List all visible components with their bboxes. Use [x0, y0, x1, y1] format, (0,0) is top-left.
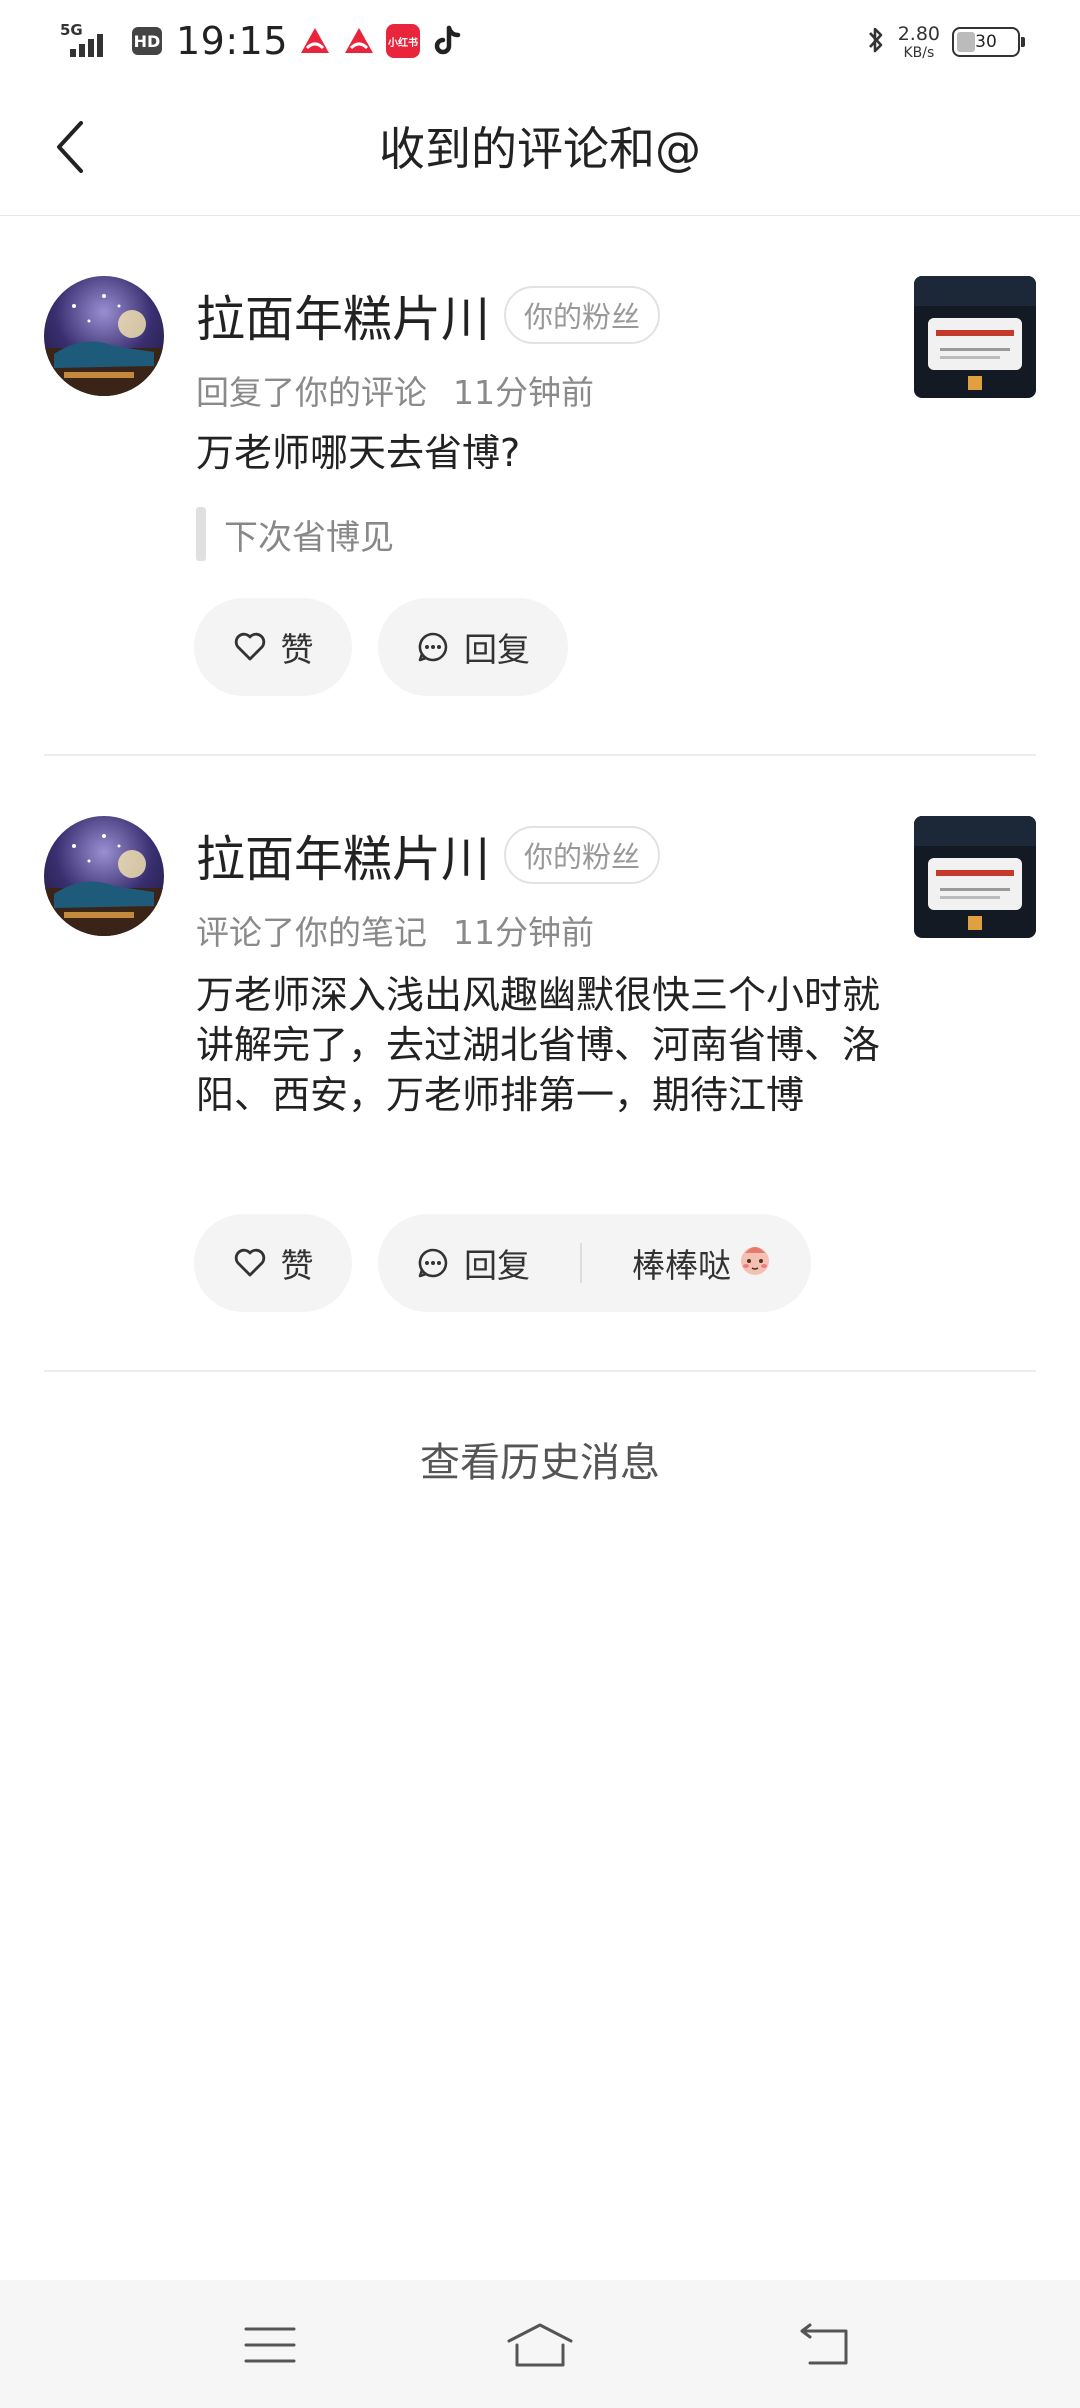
- action-buttons: 赞 回复 棒棒哒: [194, 1214, 811, 1312]
- note-thumbnail[interactable]: [914, 276, 1036, 398]
- notification-meta: 评论了你的笔记 11分钟前: [196, 906, 594, 954]
- reply-button-group: 回复 棒棒哒: [378, 1214, 811, 1312]
- signal-icon: 5G: [60, 21, 122, 61]
- blushing-emoji-icon: [737, 1241, 773, 1285]
- nav-back-button[interactable]: [774, 2310, 874, 2380]
- note-thumbnail[interactable]: [914, 816, 1036, 938]
- hd-icon: HD: [132, 27, 162, 55]
- action-text: 回复了你的评论: [196, 373, 427, 412]
- comment-text[interactable]: 万老师哪天去省博?: [196, 428, 886, 478]
- notification-meta: 回复了你的评论 11分钟前: [196, 366, 594, 414]
- quick-reply-button[interactable]: 棒棒哒: [632, 1239, 773, 1287]
- avatar[interactable]: [44, 816, 164, 936]
- divider: [44, 1370, 1036, 1372]
- notification-app-icon: [342, 24, 376, 58]
- like-label: 赞: [280, 1246, 314, 1285]
- reply-button[interactable]: 回复: [416, 1239, 530, 1287]
- user-name[interactable]: 拉面年糕片川: [196, 820, 490, 891]
- comment-text[interactable]: 万老师深入浅出风趣幽默很快三个小时就讲解完了，去过湖北省博、河南省博、洛阳、西安…: [196, 970, 886, 1120]
- speed-value: 2.80: [897, 22, 940, 45]
- home-icon: [507, 2323, 573, 2367]
- user-name[interactable]: 拉面年糕片川: [196, 280, 490, 351]
- comment-bubble-icon: [416, 630, 450, 664]
- fan-badge: 你的粉丝: [504, 826, 661, 884]
- user-row: 拉面年糕片川 你的粉丝: [196, 820, 661, 891]
- separator: [580, 1243, 582, 1283]
- divider: [44, 754, 1036, 756]
- battery-icon: 30: [952, 27, 1025, 57]
- tiktok-icon: [430, 24, 464, 58]
- user-row: 拉面年糕片川 你的粉丝: [196, 280, 661, 351]
- timestamp: 11分钟前: [453, 913, 594, 952]
- page-title: 收到的评论和@: [379, 122, 701, 176]
- status-bar: 5G HD 19:15 小红书 2.80 KB/s 30: [0, 0, 1080, 82]
- xiaohongshu-icon: 小红书: [386, 24, 421, 58]
- like-button[interactable]: 赞: [194, 1214, 352, 1312]
- quoted-comment: 下次省博见: [196, 506, 394, 562]
- menu-icon: [244, 2327, 296, 2363]
- avatar[interactable]: [44, 276, 164, 396]
- nav-menu-button[interactable]: [220, 2310, 320, 2380]
- clock: 19:15: [176, 19, 289, 63]
- comment-bubble-icon: [416, 1246, 450, 1280]
- nav-home-button[interactable]: [490, 2310, 590, 2380]
- action-buttons: 赞 回复: [194, 598, 568, 696]
- reply-label: 回复: [464, 630, 530, 669]
- view-history-link[interactable]: 查看历史消息: [0, 1430, 1080, 1500]
- quoted-text: 下次省博见: [224, 517, 394, 558]
- reply-label: 回复: [464, 1246, 530, 1285]
- network-speed: 2.80 KB/s: [897, 22, 940, 61]
- like-button[interactable]: 赞: [194, 598, 352, 696]
- heart-icon: [233, 631, 267, 663]
- back-arrow-icon: [800, 2323, 848, 2365]
- like-label: 赞: [280, 630, 314, 669]
- header: 收到的评论和@: [0, 82, 1080, 216]
- reply-button[interactable]: 回复: [378, 598, 568, 696]
- system-nav-bar: [0, 2280, 1080, 2408]
- quick-reply-label: 棒棒哒: [632, 1246, 731, 1285]
- speed-unit: KB/s: [903, 44, 935, 61]
- fan-badge: 你的粉丝: [504, 286, 661, 344]
- battery-level: 30: [975, 32, 997, 52]
- heart-icon: [233, 1247, 267, 1279]
- action-text: 评论了你的笔记: [196, 913, 427, 952]
- timestamp: 11分钟前: [453, 373, 594, 412]
- bluetooth-icon: [866, 24, 886, 60]
- notification-app-icon: [298, 24, 332, 58]
